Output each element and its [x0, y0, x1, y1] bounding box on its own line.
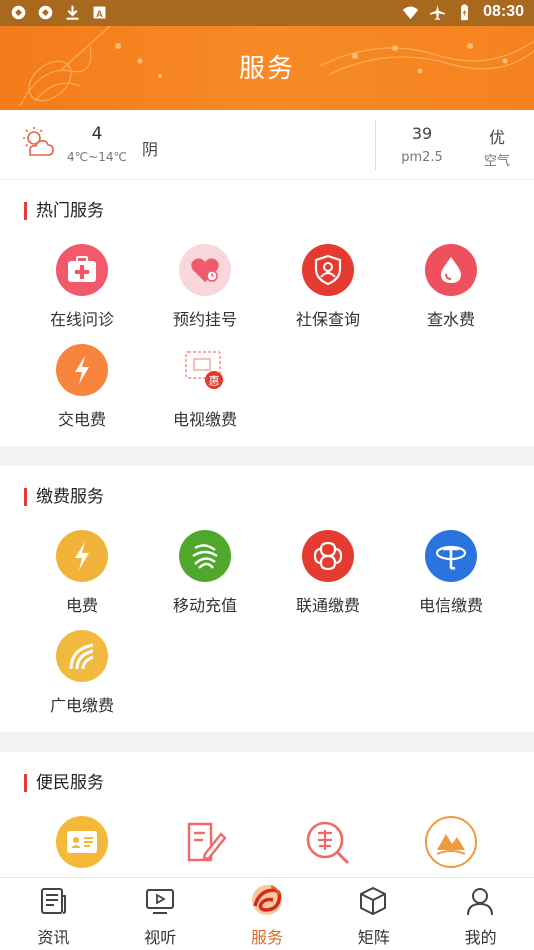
weather-range: 4℃~14℃ [67, 150, 127, 164]
sync-icon [11, 5, 26, 20]
weather-temperature: 4 [91, 124, 103, 144]
video-icon [145, 889, 174, 914]
wifi-icon [402, 6, 419, 19]
tv-discount-badge: 惠 [209, 374, 220, 388]
user-icon [467, 888, 494, 916]
service-water-bill[interactable]: 查水费 [386, 244, 516, 334]
convenience-services-section: 便民服务 [0, 752, 534, 877]
service-label: 联通缴费 [295, 596, 360, 615]
bottom-tab-bar: 资讯 视听 服务 矩阵 我的 [0, 877, 534, 950]
tab-service[interactable]: 服务 [214, 878, 321, 950]
tab-label: 我的 [464, 928, 497, 947]
tab-label: 视听 [144, 928, 177, 947]
service-label: 社保查询 [295, 310, 360, 329]
broadcast-icon [56, 630, 108, 682]
service-logo-icon [251, 885, 282, 915]
service-convenience-4[interactable] [386, 816, 516, 877]
news-icon [41, 888, 66, 914]
service-convenience-2[interactable] [140, 816, 270, 877]
tab-mine[interactable]: 我的 [427, 878, 534, 950]
china-telecom-icon [425, 530, 477, 582]
status-bar: A 08:30 [0, 0, 534, 26]
tv-ticket-icon: 惠 [179, 344, 231, 396]
service-broadcast-pay[interactable]: 广电缴费 [17, 630, 147, 720]
service-convenience-3[interactable] [263, 816, 393, 877]
china-unicom-icon [302, 530, 354, 582]
service-label: 电视缴费 [172, 410, 237, 429]
medical-kit-icon [56, 244, 108, 296]
shield-user-icon [302, 244, 354, 296]
section-title-convenience: 便民服务 [24, 774, 104, 792]
status-time: 08:30 [483, 3, 524, 20]
service-label: 电费 [65, 596, 98, 615]
cube-icon [360, 886, 387, 916]
tab-label: 服务 [250, 928, 283, 947]
pm25-label: pm2.5 [401, 150, 443, 165]
app-header: 服务 [0, 26, 534, 110]
china-mobile-icon [179, 530, 231, 582]
lightning-icon [56, 530, 108, 582]
battery-icon [461, 3, 468, 20]
tab-video[interactable]: 视听 [107, 878, 214, 950]
service-label: 广电缴费 [49, 696, 114, 715]
app-notification-icon: A [93, 6, 106, 19]
pm25-value: 39 [411, 124, 433, 143]
service-appointment[interactable]: 预约挂号 [140, 244, 270, 334]
svg-text:A: A [96, 9, 103, 19]
service-electric-pay[interactable]: 交电费 [17, 344, 147, 434]
service-label: 查水费 [426, 310, 475, 329]
service-label: 电信缴费 [418, 596, 483, 615]
tab-label: 资讯 [37, 928, 70, 947]
airplane-icon [429, 4, 446, 20]
weather-condition: 阴 [142, 140, 159, 159]
section-title-hot: 热门服务 [24, 202, 104, 220]
service-mobile-topup[interactable]: 移动充值 [140, 530, 270, 620]
water-drop-icon [425, 244, 477, 296]
service-tv-pay[interactable]: 惠 电视缴费 [140, 344, 270, 434]
payment-services-section: 缴费服务 电费 移动充值 联通缴费 电信缴费 广电缴费 [0, 466, 534, 732]
weather-panel[interactable]: 4 4℃~14℃ 阴 39 pm2.5 优 空气 [0, 110, 534, 180]
cloudy-sun-icon [23, 127, 54, 156]
edit-document-icon [179, 816, 231, 868]
landscape-icon [425, 816, 477, 868]
download-icon [66, 5, 79, 20]
service-label: 交电费 [57, 410, 106, 429]
service-label: 移动充值 [172, 596, 237, 615]
id-card-icon [56, 816, 108, 868]
lightning-icon [56, 344, 108, 396]
service-social-security[interactable]: 社保查询 [263, 244, 393, 334]
page-title: 服务 [238, 54, 295, 84]
service-label: 预约挂号 [172, 310, 237, 329]
sync-icon [38, 5, 53, 20]
air-quality-label: 空气 [483, 154, 510, 169]
weather-divider [375, 120, 376, 170]
hot-services-section: 热门服务 在线问诊 预约挂号 社保查询 查水费 交电费 惠 电视缴费 [0, 180, 534, 446]
heart-clock-icon [179, 244, 231, 296]
air-quality-value: 优 [488, 128, 505, 147]
service-label: 在线问诊 [49, 310, 114, 329]
section-title-pay: 缴费服务 [24, 488, 104, 506]
service-telecom-pay[interactable]: 电信缴费 [386, 530, 516, 620]
service-electricity[interactable]: 电费 [17, 530, 147, 620]
search-violation-icon [302, 816, 354, 868]
tab-label: 矩阵 [357, 928, 390, 947]
tab-matrix[interactable]: 矩阵 [320, 878, 427, 950]
service-online-consult[interactable]: 在线问诊 [17, 244, 147, 334]
service-convenience-1[interactable] [17, 816, 147, 877]
service-unicom-pay[interactable]: 联通缴费 [263, 530, 393, 620]
tab-news[interactable]: 资讯 [0, 878, 107, 950]
